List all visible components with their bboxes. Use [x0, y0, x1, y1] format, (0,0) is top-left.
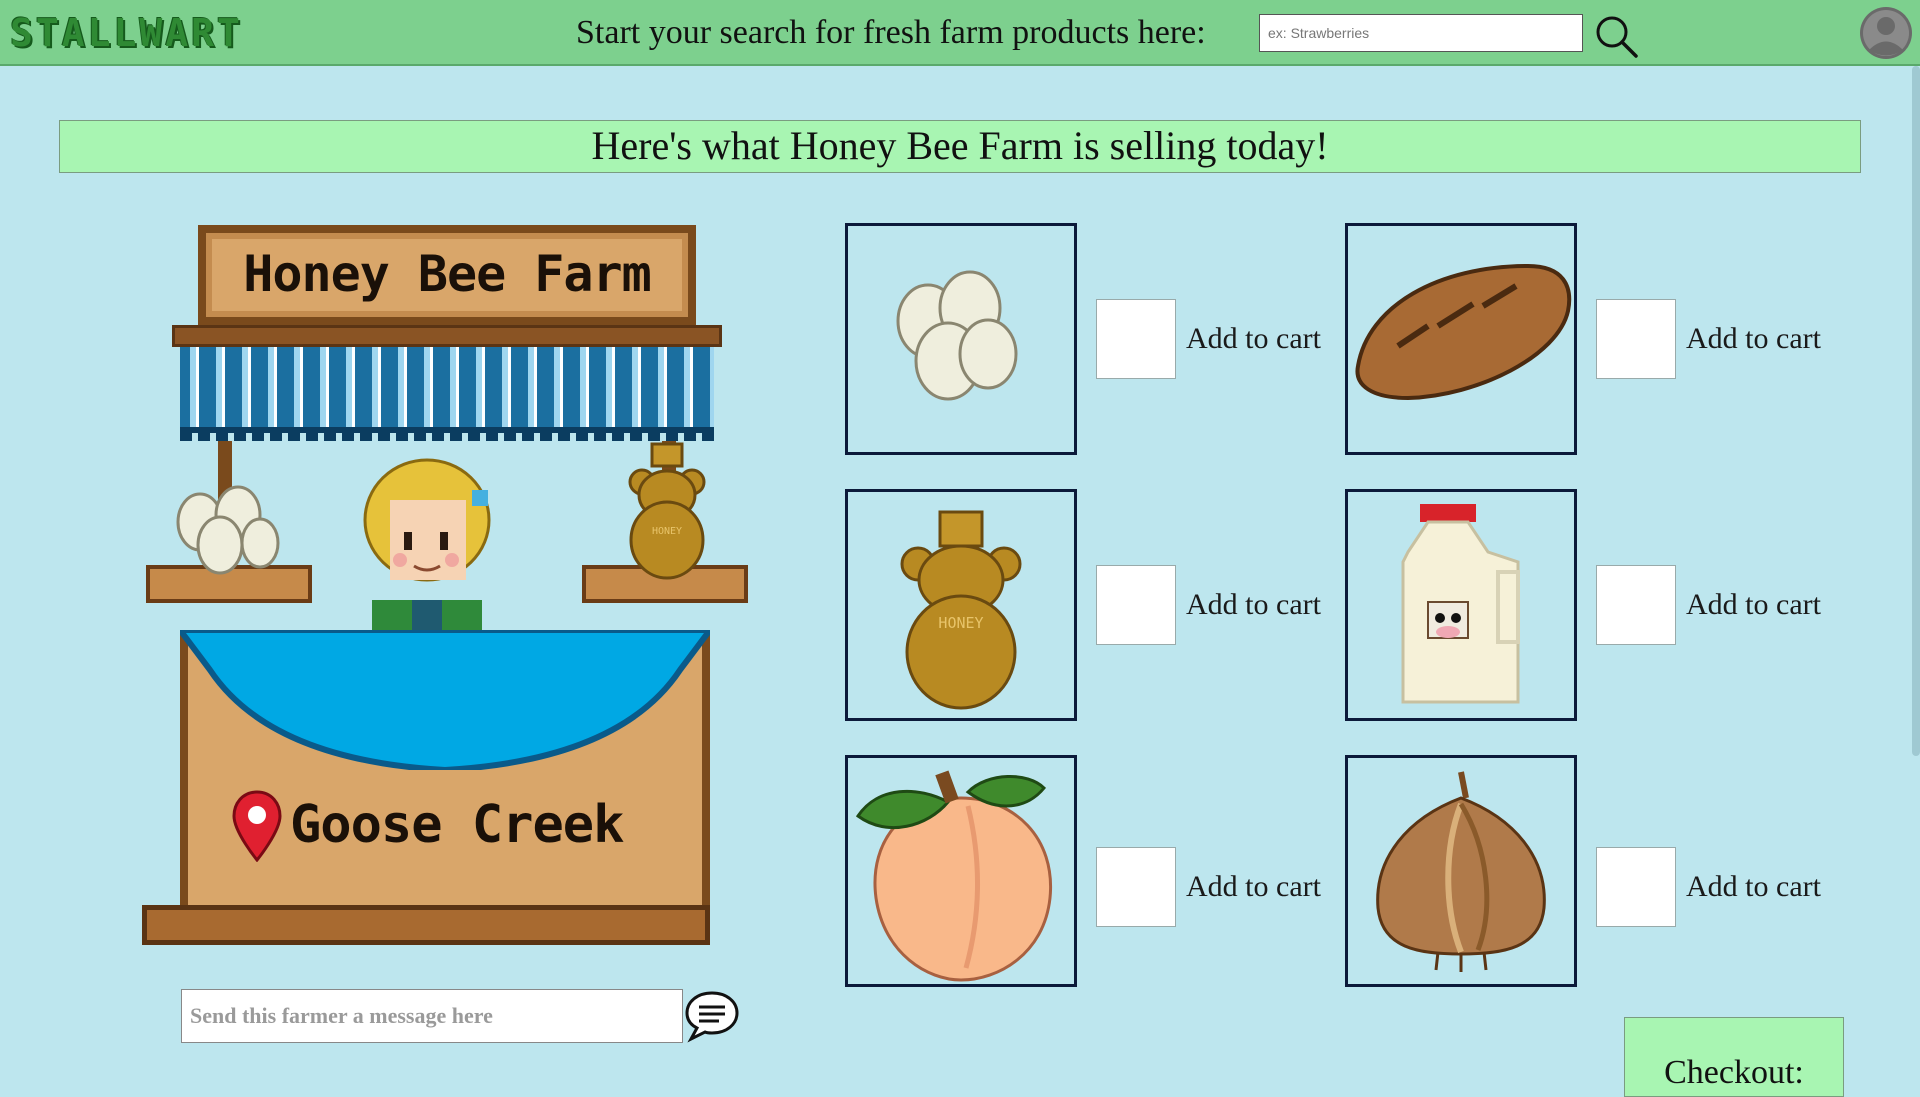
milk-jug-icon: [1401, 504, 1520, 704]
add-to-cart-checkbox-peach[interactable]: [1096, 847, 1176, 927]
honey-bear-icon: HONEY: [900, 510, 1022, 710]
honey-bear-icon: HONEY: [628, 442, 706, 580]
checkout-button[interactable]: Checkout:: [1624, 1017, 1844, 1097]
add-to-cart-checkbox-onion[interactable]: [1596, 847, 1676, 927]
search-icon[interactable]: [1592, 12, 1640, 60]
page-scrollbar[interactable]: [1912, 66, 1920, 756]
add-to-cart-label: Add to cart: [1186, 588, 1321, 621]
product-onion[interactable]: [1345, 755, 1577, 987]
bread-icon: [1355, 263, 1572, 401]
peach-icon: [855, 770, 1053, 982]
app-logo[interactable]: STALLWART: [10, 8, 243, 58]
svg-text:HONEY: HONEY: [652, 526, 682, 537]
add-to-cart-label: Add to cart: [1186, 870, 1321, 903]
stall-farm-name: Honey Bee Farm: [243, 245, 651, 303]
awning-fringe: [180, 427, 714, 441]
search-prompt: Start your search for fresh farm product…: [576, 14, 1206, 51]
logo-text: STALLWART: [10, 11, 243, 55]
add-to-cart-checkbox-bread[interactable]: [1596, 299, 1676, 379]
awning-bar: [172, 325, 722, 347]
add-to-cart-label: Add to cart: [1686, 322, 1821, 355]
add-to-cart-checkbox-milk[interactable]: [1596, 565, 1676, 645]
eggs-icon: [176, 485, 280, 575]
add-to-cart-checkbox-honey[interactable]: [1096, 565, 1176, 645]
stall-tablecloth: [180, 630, 710, 770]
stall-base: [142, 905, 710, 945]
add-to-cart-label: Add to cart: [1686, 870, 1821, 903]
add-to-cart-checkbox-eggs[interactable]: [1096, 299, 1176, 379]
search-input[interactable]: [1259, 14, 1583, 52]
product-peach[interactable]: [845, 755, 1077, 987]
stall-sign: Honey Bee Farm: [198, 225, 696, 325]
stall-location: Goose Creek: [290, 795, 624, 855]
farm-stall-illustration: Honey Bee Farm HONEY Goose Creek: [142, 225, 750, 970]
add-to-cart-label: Add to cart: [1186, 322, 1321, 355]
product-honey[interactable]: HONEY: [845, 489, 1077, 721]
eggs-icon: [896, 270, 1018, 401]
product-eggs[interactable]: [845, 223, 1077, 455]
checkout-label: Checkout:: [1664, 1054, 1804, 1091]
farmer-message-input[interactable]: [181, 989, 683, 1043]
farmer-character: [363, 458, 491, 635]
product-milk[interactable]: [1345, 489, 1577, 721]
svg-text:HONEY: HONEY: [938, 614, 983, 632]
top-bar: STALLWART Start your search for fresh fa…: [0, 0, 1920, 66]
onion-icon: [1376, 771, 1546, 972]
add-to-cart-label: Add to cart: [1686, 588, 1821, 621]
user-avatar-icon[interactable]: [1858, 5, 1914, 61]
product-bread[interactable]: [1345, 223, 1577, 455]
location-pin-icon: [232, 790, 282, 862]
stall-awning: [180, 347, 714, 433]
selling-banner: Here's what Honey Bee Farm is selling to…: [59, 120, 1861, 173]
chat-bubble-icon[interactable]: [683, 987, 741, 1043]
